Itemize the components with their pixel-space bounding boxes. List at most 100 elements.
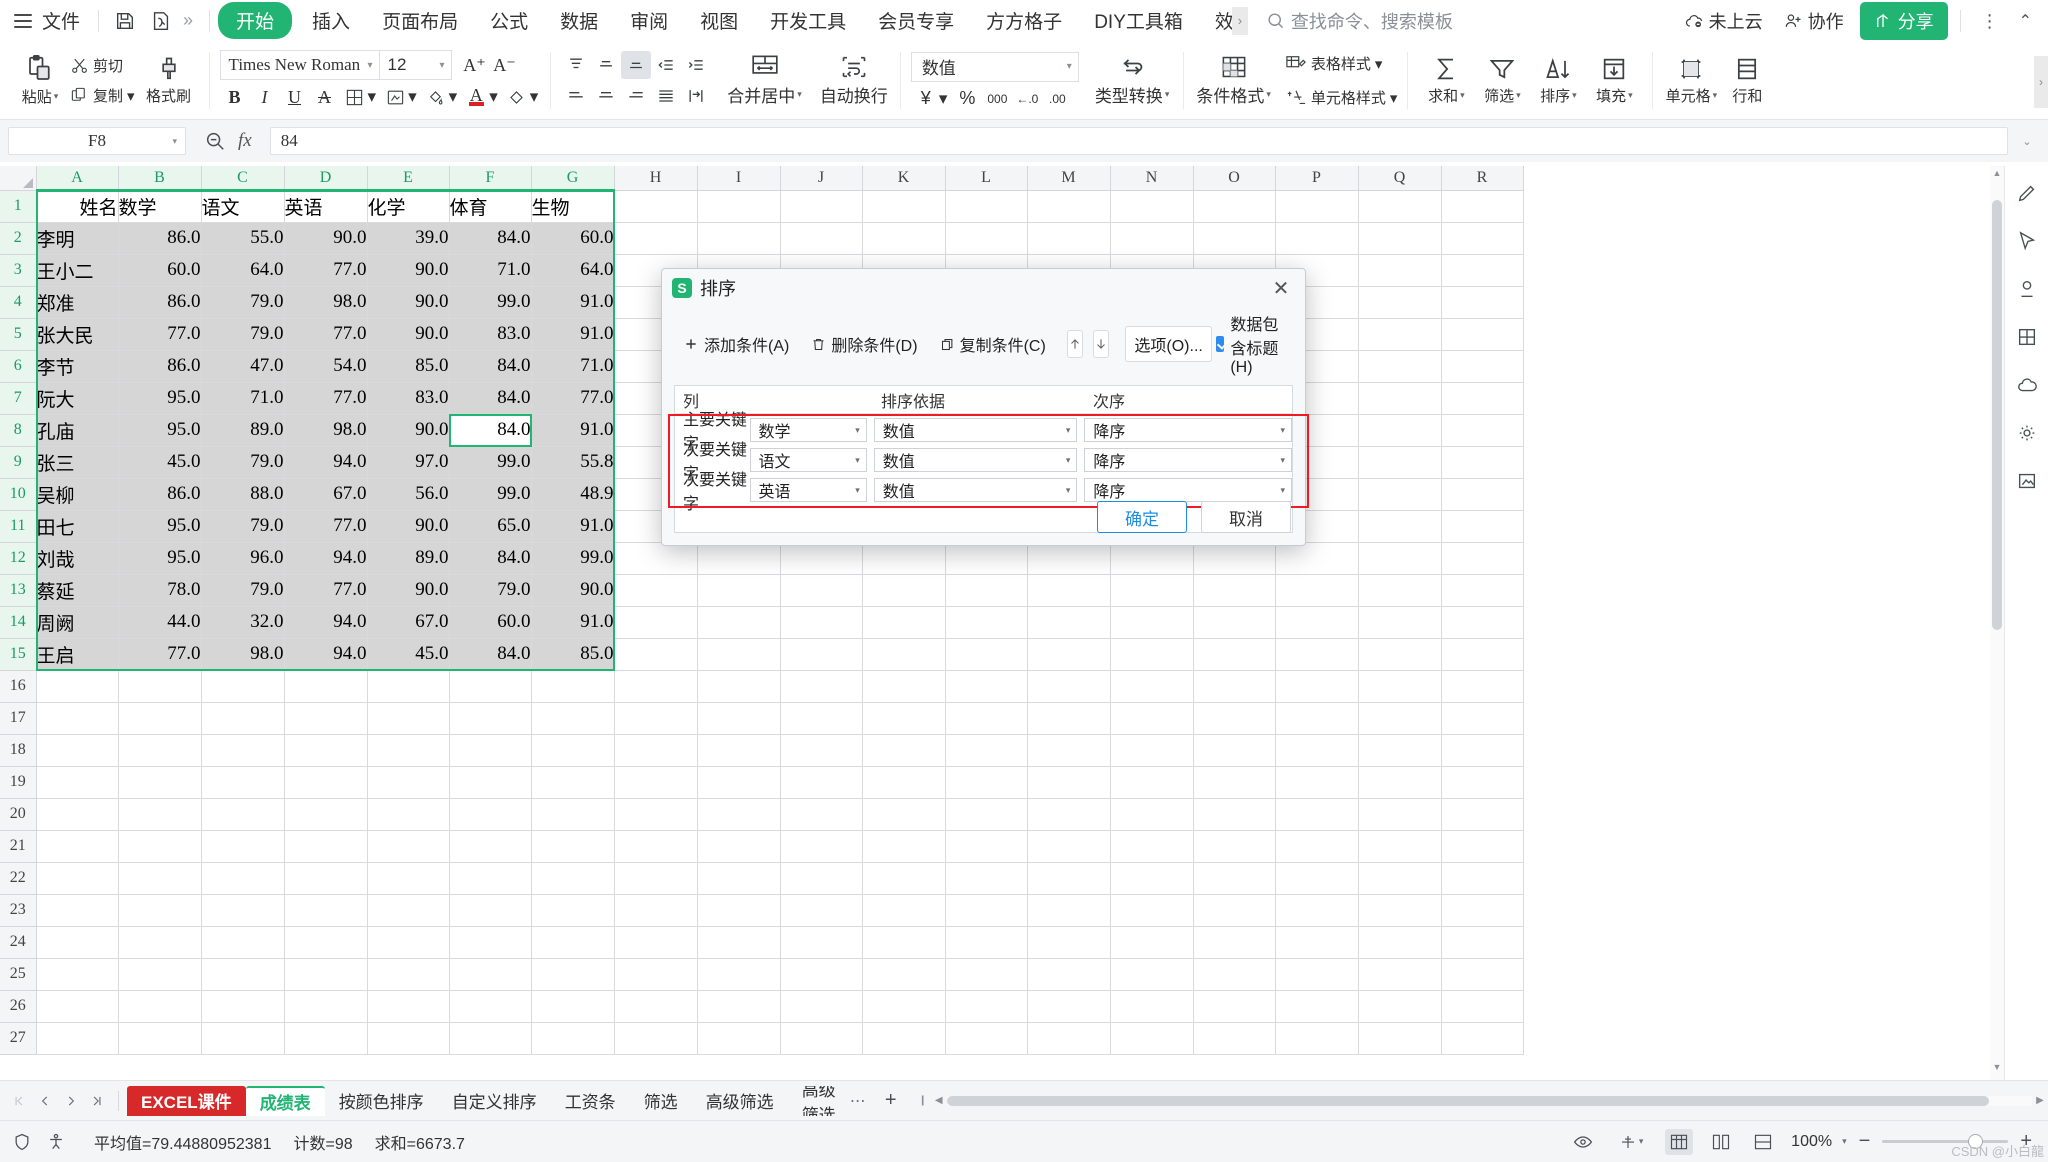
scroll-down-icon[interactable]: ▼: [1990, 1062, 2004, 1078]
cell-header-0[interactable]: 姓名: [36, 190, 118, 222]
cell-empty[interactable]: [118, 734, 201, 766]
cell-empty[interactable]: [614, 926, 697, 958]
cell-empty[interactable]: [1441, 574, 1523, 606]
cell-r5-c0[interactable]: 张大民: [36, 318, 118, 350]
cell-empty[interactable]: [1193, 958, 1275, 990]
cell-empty[interactable]: [862, 574, 945, 606]
table-row[interactable]: 26: [0, 990, 1523, 1022]
cell-empty[interactable]: [531, 702, 614, 734]
settings-icon[interactable]: [2012, 418, 2042, 448]
cell-empty[interactable]: [1441, 222, 1523, 254]
cell-empty[interactable]: [284, 926, 367, 958]
cell-empty[interactable]: [780, 958, 862, 990]
cell-empty[interactable]: [614, 638, 697, 670]
cell-effects-button[interactable]: [380, 83, 410, 111]
column-header-C[interactable]: C: [201, 166, 284, 190]
cell-r10-c6[interactable]: 48.9: [531, 478, 614, 510]
column-header-N[interactable]: N: [1110, 166, 1193, 190]
cell-empty[interactable]: [1027, 1022, 1110, 1054]
chevron-down-icon[interactable]: ▾: [368, 87, 377, 107]
cell-r11-c2[interactable]: 79.0: [201, 510, 284, 542]
merge-center-button[interactable]: 合并居中▾: [717, 42, 812, 119]
cell-r9-c2[interactable]: 79.0: [201, 446, 284, 478]
page-break-icon[interactable]: [1749, 1129, 1777, 1155]
row-header-4[interactable]: 4: [0, 286, 36, 318]
cell-r6-c3[interactable]: 54.0: [284, 350, 367, 382]
increase-indent-button[interactable]: [681, 51, 711, 79]
split-handle-icon[interactable]: ❙: [915, 1095, 931, 1106]
cell-empty[interactable]: [1110, 766, 1193, 798]
fill-color-button[interactable]: [421, 83, 451, 111]
row-header-27[interactable]: 27: [0, 1022, 36, 1054]
quick-access-more-icon[interactable]: »: [183, 10, 193, 31]
options-button[interactable]: 选项(O)...: [1125, 326, 1211, 362]
cell-empty[interactable]: [118, 798, 201, 830]
cell-empty[interactable]: [1358, 766, 1441, 798]
cell-empty[interactable]: [945, 958, 1027, 990]
cell-empty[interactable]: [284, 990, 367, 1022]
type-convert-button[interactable]: 类型转换▾: [1085, 42, 1180, 119]
copy-condition-button[interactable]: 复制条件(C): [931, 326, 1055, 362]
cell-empty[interactable]: [862, 638, 945, 670]
chevron-down-icon[interactable]: ▾: [368, 60, 375, 71]
center-icon[interactable]: ▾: [1611, 1129, 1651, 1155]
cell-r5-c4[interactable]: 90.0: [367, 318, 449, 350]
cell-empty[interactable]: [697, 926, 780, 958]
insert-function-icon[interactable]: fx: [238, 130, 252, 152]
chevron-down-icon[interactable]: ▾: [1066, 455, 1071, 466]
chevron-down-icon[interactable]: ▾: [1280, 485, 1285, 496]
cell-empty[interactable]: [945, 766, 1027, 798]
cell-empty[interactable]: [1275, 606, 1358, 638]
cell-empty[interactable]: [367, 702, 449, 734]
cell-empty[interactable]: [1027, 702, 1110, 734]
chevron-down-icon[interactable]: ▾: [1280, 425, 1285, 436]
fill-button[interactable]: 填充▾: [1586, 42, 1642, 119]
cell-r15-c0[interactable]: 王启: [36, 638, 118, 670]
condition-sorton-select-secondary-1[interactable]: 数值 ▾: [874, 448, 1078, 472]
ribbon-tab-data[interactable]: 数据: [544, 2, 614, 39]
cell-empty[interactable]: [367, 958, 449, 990]
cell-empty[interactable]: [1441, 414, 1523, 446]
currency-button[interactable]: ¥: [911, 85, 941, 113]
cell-empty[interactable]: [1110, 798, 1193, 830]
cell-empty[interactable]: [1193, 606, 1275, 638]
cell-empty[interactable]: [945, 190, 1027, 222]
cell-empty[interactable]: [36, 862, 118, 894]
column-header-K[interactable]: K: [862, 166, 945, 190]
cell-empty[interactable]: [201, 766, 284, 798]
vertical-scroll-thumb[interactable]: [1992, 200, 2002, 630]
row-header-17[interactable]: 17: [0, 702, 36, 734]
cell-empty[interactable]: [367, 766, 449, 798]
cell-empty[interactable]: [531, 670, 614, 702]
cell-empty[interactable]: [367, 830, 449, 862]
cell-empty[interactable]: [1441, 894, 1523, 926]
cell-r12-c1[interactable]: 95.0: [118, 542, 201, 574]
cell-r13-c3[interactable]: 77.0: [284, 574, 367, 606]
cell-empty[interactable]: [862, 670, 945, 702]
cell-empty[interactable]: [118, 894, 201, 926]
cell-empty[interactable]: [1358, 958, 1441, 990]
cell-empty[interactable]: [284, 798, 367, 830]
font-name-input[interactable]: Times New Roman ▾: [220, 50, 380, 80]
cell-r14-c6[interactable]: 91.0: [531, 606, 614, 638]
cell-empty[interactable]: [780, 990, 862, 1022]
column-header-L[interactable]: L: [945, 166, 1027, 190]
search-box[interactable]: 查找命令、搜索模板: [1266, 8, 1453, 34]
chevron-down-icon[interactable]: ▾: [1165, 89, 1170, 100]
vertical-scrollbar[interactable]: ▲ ▼: [1990, 166, 2004, 1080]
cell-empty[interactable]: [1441, 446, 1523, 478]
cell-r7-c4[interactable]: 83.0: [367, 382, 449, 414]
cell-header-5[interactable]: 体育: [449, 190, 531, 222]
chevron-down-icon[interactable]: ▾: [440, 60, 447, 71]
cell-r2-c1[interactable]: 86.0: [118, 222, 201, 254]
cell-empty[interactable]: [1441, 990, 1523, 1022]
sheet-tab-custom-sort[interactable]: 自定义排序: [438, 1086, 551, 1116]
next-sheet-icon[interactable]: [58, 1088, 84, 1114]
cell-empty[interactable]: [1275, 958, 1358, 990]
cell-empty[interactable]: [1358, 350, 1441, 382]
cell-r3-c5[interactable]: 71.0: [449, 254, 531, 286]
chevron-down-icon[interactable]: ▾: [1639, 1136, 1644, 1147]
table-row[interactable]: 21: [0, 830, 1523, 862]
cell-r13-c0[interactable]: 蔡延: [36, 574, 118, 606]
cell-r14-c2[interactable]: 32.0: [201, 606, 284, 638]
